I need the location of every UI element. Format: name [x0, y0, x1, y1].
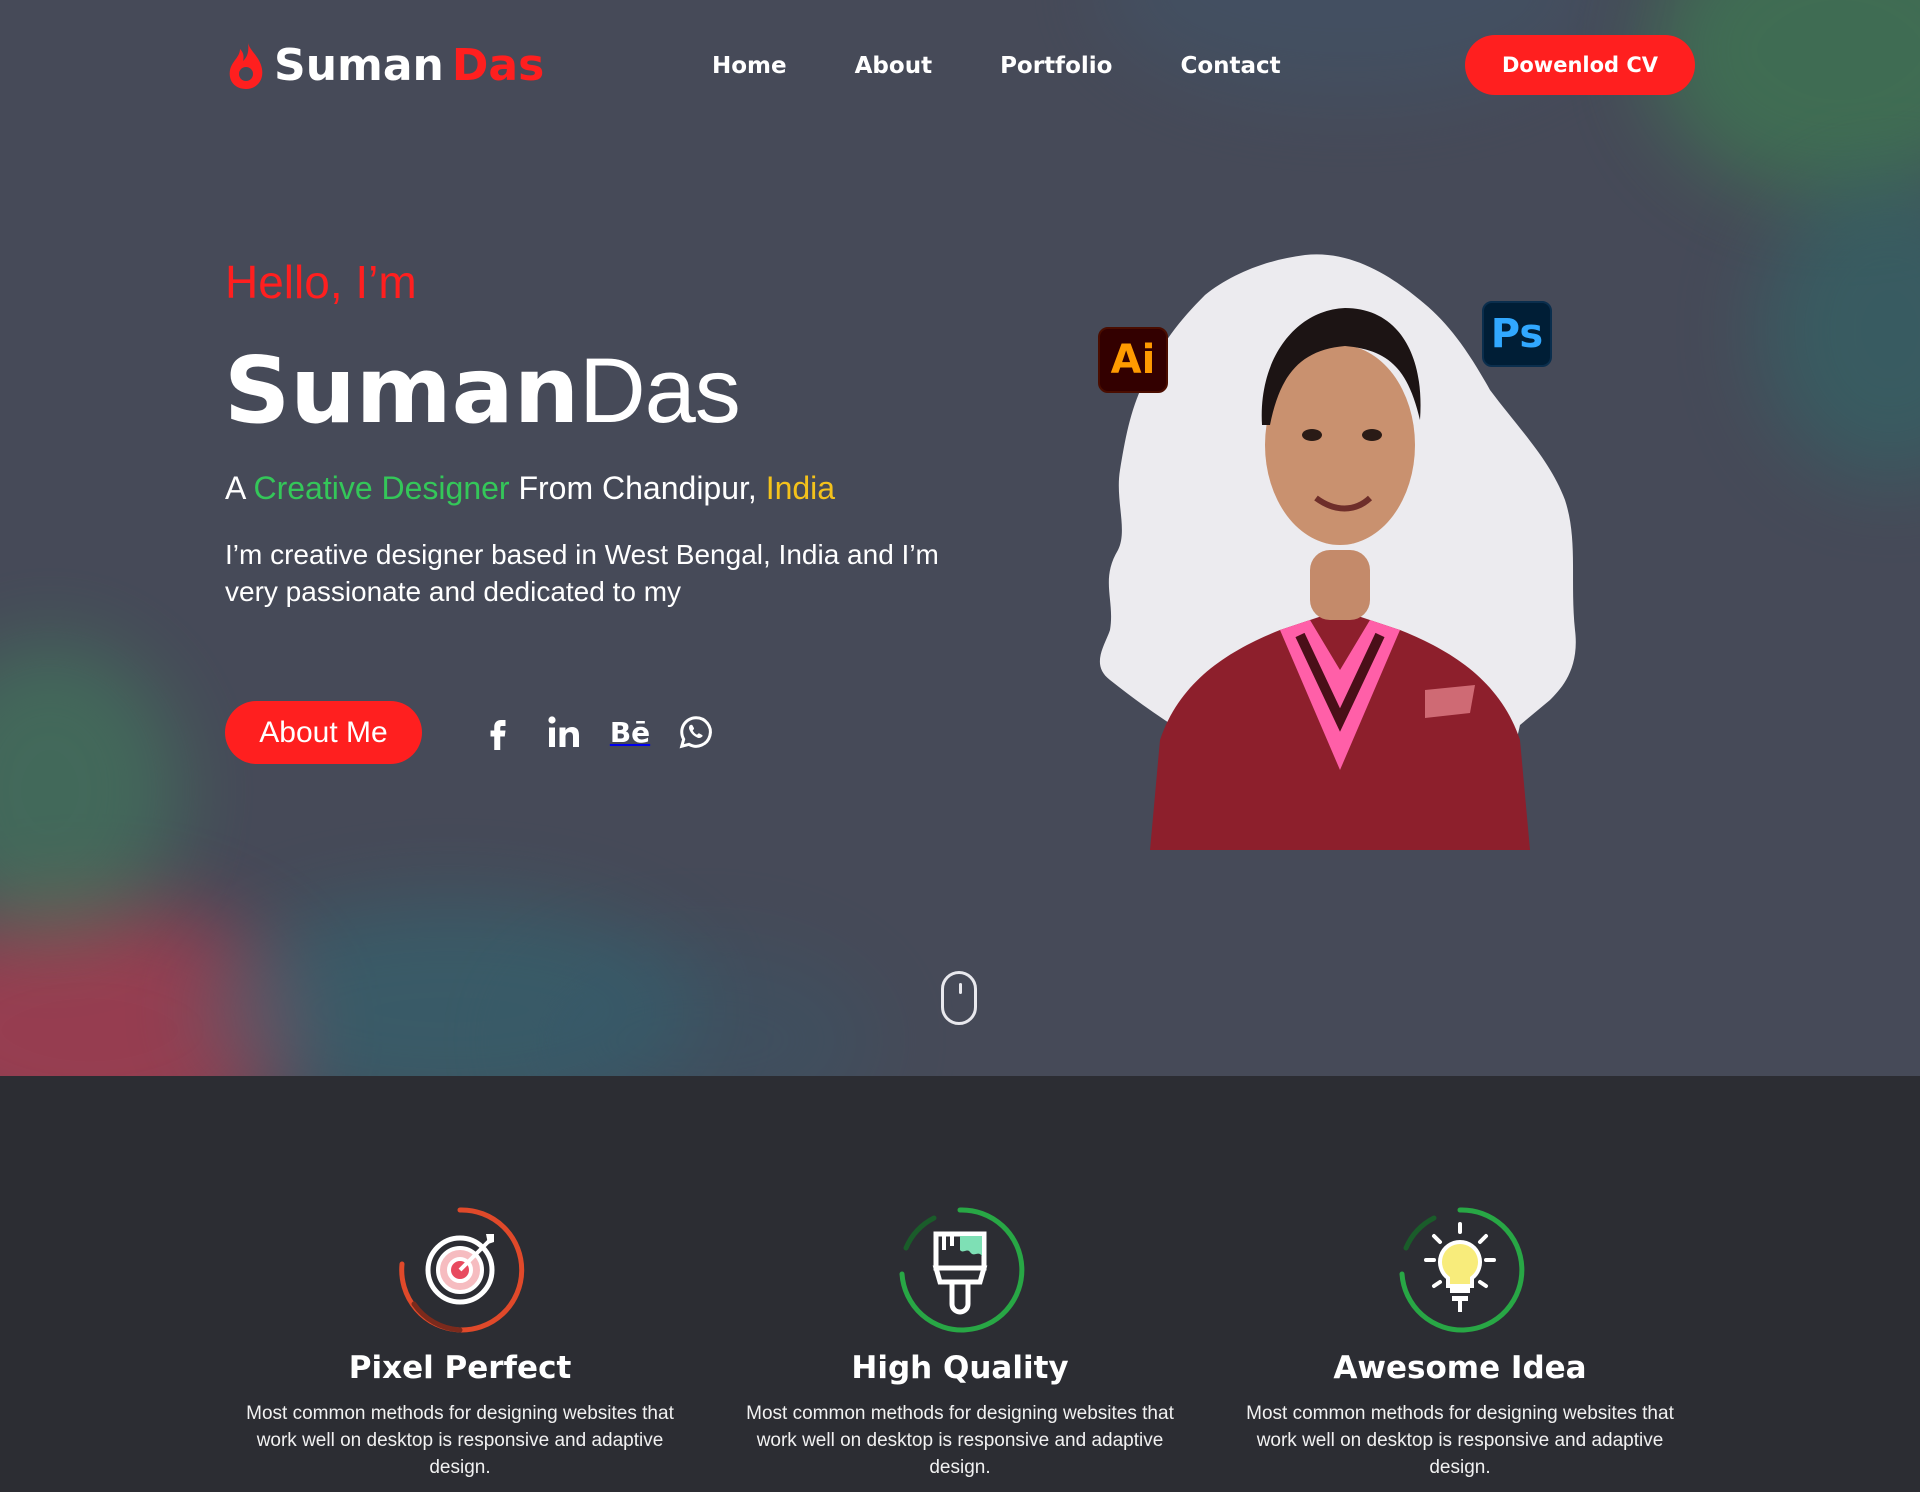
hero-section: Suman Das Home About Portfolio Contact Do…	[0, 0, 1920, 1076]
target-icon	[399, 1207, 525, 1333]
download-cv-button[interactable]: Dowenlod CV	[1465, 35, 1695, 95]
behance-label: Bē	[609, 715, 651, 749]
paint-brush-icon	[899, 1207, 1025, 1333]
tagline-prefix: A	[225, 470, 254, 506]
linkedin-icon[interactable]	[544, 712, 584, 752]
site-logo[interactable]: Suman Das	[226, 36, 544, 96]
behance-icon[interactable]: Bē	[610, 712, 650, 752]
logo-last-name: Das	[451, 40, 545, 91]
hero-name-first: Suman	[224, 337, 580, 444]
photoshop-badge: Ps	[1482, 301, 1552, 367]
logo-first-name: Suman	[274, 40, 444, 91]
nav-item-home[interactable]: Home	[712, 44, 787, 88]
feature-text: Most common methods for designing websit…	[746, 1403, 1174, 1478]
main-menu: Home About Portfolio Contact	[712, 44, 1281, 88]
nav-item-portfolio[interactable]: Portfolio	[1000, 44, 1112, 88]
hero-name: SumanDas	[224, 336, 741, 446]
flame-logo-icon	[229, 43, 263, 89]
social-links: Bē	[478, 712, 716, 752]
feature-title: Awesome Idea	[1333, 1350, 1587, 1386]
feature-title: High Quality	[851, 1350, 1069, 1386]
tagline-country: India	[765, 470, 836, 506]
hero-description: I’m creative designer based in West Beng…	[225, 539, 939, 607]
paint-splash	[0, 640, 180, 940]
illustrator-badge: Ai	[1098, 327, 1168, 393]
nav-item-contact[interactable]: Contact	[1180, 44, 1280, 88]
feature-title: Pixel Perfect	[348, 1350, 572, 1386]
whatsapp-icon[interactable]	[676, 712, 716, 752]
light-bulb-icon	[1399, 1207, 1525, 1333]
tagline-role: Creative Designer	[253, 470, 510, 506]
feature-card: Pixel Perfect Most common methods for de…	[240, 1204, 680, 1481]
about-me-button[interactable]: About Me	[225, 701, 422, 764]
features-section: Pixel Perfect Most common methods for de…	[0, 1076, 1920, 1492]
top-navbar: Suman Das Home About Portfolio Contact Do…	[0, 0, 1920, 130]
hero-name-last: Das	[579, 340, 741, 442]
tagline-middle: From Chandipur,	[509, 470, 766, 506]
feature-text: Most common methods for designing websit…	[246, 1403, 674, 1478]
paint-splash	[1760, 180, 1920, 480]
scroll-mouse-icon[interactable]	[941, 971, 977, 1025]
feature-card: Awesome Idea Most common methods for des…	[1240, 1204, 1680, 1481]
facebook-icon[interactable]	[478, 712, 518, 752]
feature-text: Most common methods for designing websit…	[1246, 1403, 1674, 1478]
feature-card: High Quality Most common methods for des…	[740, 1204, 1180, 1481]
nav-item-about[interactable]: About	[855, 44, 932, 88]
hero-tagline: A Creative Designer From Chandipur, Indi…	[225, 470, 835, 507]
hero-greeting: Hello, I’m	[225, 256, 417, 308]
